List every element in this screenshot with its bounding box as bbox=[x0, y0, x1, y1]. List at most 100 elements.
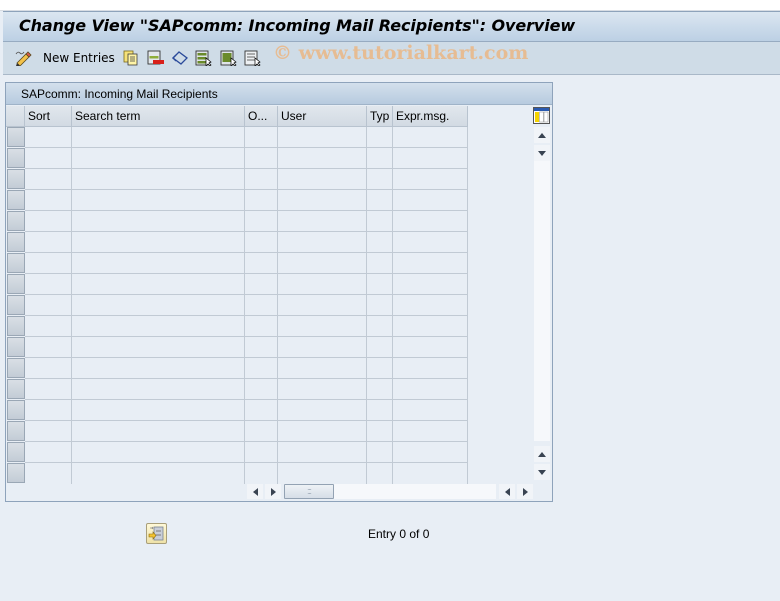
table-cell-sort[interactable] bbox=[25, 274, 72, 295]
table-cell-sort[interactable] bbox=[25, 421, 72, 442]
table-cell-search_term[interactable] bbox=[72, 232, 245, 253]
table-cell-type[interactable] bbox=[367, 295, 393, 316]
table-cell-sort[interactable] bbox=[25, 211, 72, 232]
table-cell-user[interactable] bbox=[278, 169, 367, 190]
deselect-all-button[interactable] bbox=[244, 49, 262, 67]
table-cell-search_term[interactable] bbox=[72, 337, 245, 358]
table-cell-object[interactable] bbox=[245, 127, 278, 148]
table-cell-user[interactable] bbox=[278, 148, 367, 169]
table-cell-user[interactable] bbox=[278, 400, 367, 421]
table-cell-sort[interactable] bbox=[25, 337, 72, 358]
table-cell-type[interactable] bbox=[367, 379, 393, 400]
table-cell-expr_msg[interactable] bbox=[393, 337, 468, 358]
page-up-button[interactable] bbox=[534, 446, 550, 462]
table-cell-object[interactable] bbox=[245, 148, 278, 169]
vertical-scrollbar[interactable] bbox=[533, 106, 551, 484]
table-cell-type[interactable] bbox=[367, 463, 393, 484]
table-cell-search_term[interactable] bbox=[72, 316, 245, 337]
row-selector[interactable] bbox=[7, 442, 25, 462]
row-selector[interactable] bbox=[7, 232, 25, 252]
table-cell-type[interactable] bbox=[367, 358, 393, 379]
table-cell-expr_msg[interactable] bbox=[393, 295, 468, 316]
table-cell-expr_msg[interactable] bbox=[393, 211, 468, 232]
table-cell-expr_msg[interactable] bbox=[393, 190, 468, 211]
toggle-edit-button[interactable] bbox=[14, 49, 32, 67]
table-cell-sort[interactable] bbox=[25, 148, 72, 169]
table-cell-object[interactable] bbox=[245, 274, 278, 295]
table-cell-sort[interactable] bbox=[25, 316, 72, 337]
table-cell-object[interactable] bbox=[245, 421, 278, 442]
table-cell-type[interactable] bbox=[367, 442, 393, 463]
horizontal-scrollbar[interactable]: ⁚⁚⁚ bbox=[246, 482, 536, 500]
table-cell-user[interactable] bbox=[278, 316, 367, 337]
table-cell-expr_msg[interactable] bbox=[393, 316, 468, 337]
table-cell-object[interactable] bbox=[245, 358, 278, 379]
table-cell-expr_msg[interactable] bbox=[393, 358, 468, 379]
table-cell-user[interactable] bbox=[278, 127, 367, 148]
table-cell-type[interactable] bbox=[367, 190, 393, 211]
table-cell-user[interactable] bbox=[278, 442, 367, 463]
row-selector[interactable] bbox=[7, 337, 25, 357]
row-selector[interactable] bbox=[7, 379, 25, 399]
table-cell-object[interactable] bbox=[245, 337, 278, 358]
table-cell-user[interactable] bbox=[278, 358, 367, 379]
table-cell-search_term[interactable] bbox=[72, 253, 245, 274]
row-selector[interactable] bbox=[7, 463, 25, 483]
table-cell-search_term[interactable] bbox=[72, 127, 245, 148]
table-cell-search_term[interactable] bbox=[72, 442, 245, 463]
row-selector[interactable] bbox=[7, 316, 25, 336]
table-cell-expr_msg[interactable] bbox=[393, 127, 468, 148]
table-cell-user[interactable] bbox=[278, 232, 367, 253]
table-cell-expr_msg[interactable] bbox=[393, 442, 468, 463]
table-cell-type[interactable] bbox=[367, 274, 393, 295]
row-selector[interactable] bbox=[7, 295, 25, 315]
table-cell-type[interactable] bbox=[367, 400, 393, 421]
column-header-type[interactable]: Typ bbox=[367, 106, 393, 127]
table-cell-object[interactable] bbox=[245, 295, 278, 316]
table-cell-object[interactable] bbox=[245, 463, 278, 484]
vertical-scroll-track[interactable] bbox=[534, 161, 550, 441]
table-cell-type[interactable] bbox=[367, 211, 393, 232]
table-cell-object[interactable] bbox=[245, 379, 278, 400]
column-header-user[interactable]: User bbox=[278, 106, 367, 127]
table-cell-search_term[interactable] bbox=[72, 190, 245, 211]
table-cell-user[interactable] bbox=[278, 421, 367, 442]
table-cell-object[interactable] bbox=[245, 400, 278, 421]
row-selector[interactable] bbox=[7, 253, 25, 273]
table-cell-search_term[interactable] bbox=[72, 211, 245, 232]
table-cell-search_term[interactable] bbox=[72, 295, 245, 316]
table-cell-type[interactable] bbox=[367, 421, 393, 442]
position-button[interactable] bbox=[146, 523, 167, 544]
table-cell-search_term[interactable] bbox=[72, 379, 245, 400]
table-cell-type[interactable] bbox=[367, 337, 393, 358]
column-header-search-term[interactable]: Search term bbox=[72, 106, 245, 127]
table-cell-expr_msg[interactable] bbox=[393, 148, 468, 169]
table-cell-object[interactable] bbox=[245, 316, 278, 337]
table-cell-object[interactable] bbox=[245, 190, 278, 211]
table-cell-user[interactable] bbox=[278, 253, 367, 274]
row-selector[interactable] bbox=[7, 400, 25, 420]
row-selector[interactable] bbox=[7, 148, 25, 168]
table-cell-user[interactable] bbox=[278, 190, 367, 211]
table-cell-sort[interactable] bbox=[25, 442, 72, 463]
column-header-sort[interactable]: Sort bbox=[25, 106, 72, 127]
select-block-button[interactable] bbox=[220, 49, 238, 67]
table-cell-type[interactable] bbox=[367, 148, 393, 169]
table-cell-expr_msg[interactable] bbox=[393, 421, 468, 442]
row-selector[interactable] bbox=[7, 358, 25, 378]
table-cell-type[interactable] bbox=[367, 253, 393, 274]
scroll-left-end-button[interactable] bbox=[499, 484, 515, 499]
table-cell-sort[interactable] bbox=[25, 253, 72, 274]
scroll-right-button[interactable] bbox=[265, 484, 281, 499]
table-cell-object[interactable] bbox=[245, 211, 278, 232]
table-cell-sort[interactable] bbox=[25, 232, 72, 253]
table-cell-sort[interactable] bbox=[25, 358, 72, 379]
scroll-down-button[interactable] bbox=[534, 464, 550, 480]
table-cell-user[interactable] bbox=[278, 295, 367, 316]
table-cell-user[interactable] bbox=[278, 463, 367, 484]
table-cell-type[interactable] bbox=[367, 232, 393, 253]
select-all-button[interactable] bbox=[195, 49, 213, 67]
table-cell-type[interactable] bbox=[367, 127, 393, 148]
table-cell-search_term[interactable] bbox=[72, 358, 245, 379]
table-cell-search_term[interactable] bbox=[72, 421, 245, 442]
